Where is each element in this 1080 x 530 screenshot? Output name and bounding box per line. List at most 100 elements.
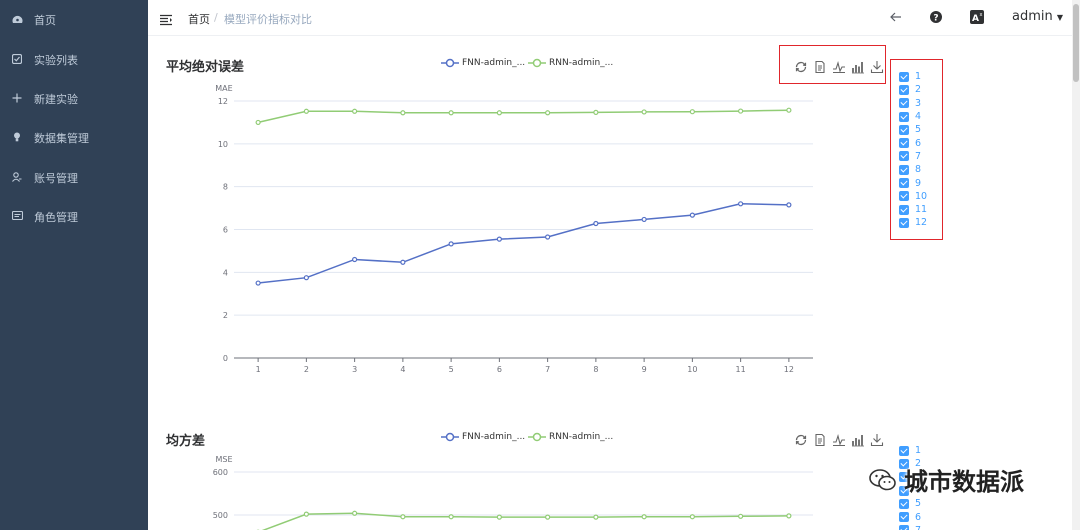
sidebar-item-dataset-management[interactable]: 数据集管理 [0,123,148,153]
series-checkbox[interactable]: 10 [899,190,927,203]
sidebar-item-home[interactable]: 首页 [0,5,148,35]
data-view-icon[interactable] [813,433,827,447]
breadcrumb-current: 模型评价指标对比 [224,13,312,26]
checkbox-label: 9 [915,177,922,189]
data-point [255,280,261,286]
sidebar-item-role-management[interactable]: 角色管理 [0,202,148,232]
series-checkbox[interactable]: 6 [899,136,927,149]
line-chart-icon[interactable] [832,433,846,447]
checkbox-checked-icon [899,71,909,82]
caret-down-icon: ▼ [1056,13,1064,22]
checkbox-label: 7 [915,525,921,530]
data-point [689,212,695,218]
x-tick-label: 4 [400,365,405,374]
data-point [545,514,551,520]
checkbox-checked-icon [899,445,909,456]
series-checkbox[interactable]: 8 [899,163,927,176]
main-content: 首页 / 模型评价指标对比 ? Ax admin ▼ 平均绝对误差 FNN-ad… [148,0,1080,530]
svg-text:A: A [972,14,979,24]
series-checkbox[interactable]: 4 [899,110,927,123]
y-tick-label: 0 [223,354,228,363]
data-point [593,109,599,115]
data-point [496,514,502,520]
series-checkbox[interactable]: 9 [899,176,927,189]
sidebar-item-experiment-list[interactable]: 实验列表 [0,45,148,75]
data-point [738,513,744,519]
y-axis-label: MSE [215,455,232,464]
checkbox-checked-icon [899,525,909,530]
x-tick-label: 12 [784,365,794,374]
hamburger-menu-icon[interactable] [160,11,172,26]
data-point [641,216,647,223]
y-tick-label: 8 [223,183,228,192]
app-root: 首页 实验列表 新建实验 数据集管理 账号管理 角色管理 首页 / 模型评价指标… [0,0,1080,530]
legend-item-fnn[interactable]: FNN-admin_... [441,58,525,68]
line-chart-icon[interactable] [832,60,846,74]
breadcrumb-home[interactable]: 首页 [188,11,210,27]
plus-icon [0,93,34,106]
data-point [641,109,647,115]
mae-line-chart: MAE0246810121 2 3 4 5 6 7 8 9 10 11 12 [215,84,813,374]
data-point [496,110,502,116]
x-tick-label: 2 [304,365,309,374]
translate-icon[interactable]: Ax [969,9,985,25]
series-checkbox[interactable]: 2 [899,83,927,96]
series-line-fnn [258,203,789,284]
sidebar-item-label: 数据集管理 [34,132,89,145]
checkbox-label: 12 [915,217,928,229]
y-tick-label: 2 [223,311,228,320]
series-checkbox[interactable]: 12 [899,216,927,229]
x-tick-label: 1 [256,365,261,374]
scrollbar-thumb[interactable] [1073,4,1079,82]
y-tick-label: 600 [213,468,228,477]
data-point [689,109,695,115]
series-line-rnn [261,512,789,530]
series-checkbox[interactable]: 11 [899,203,927,216]
help-icon[interactable]: ? [928,9,944,25]
data-view-icon[interactable] [813,60,827,74]
page-scrollbar[interactable] [1072,0,1080,530]
chart-toolbox [794,60,884,74]
checkbox-list-icon [0,53,34,67]
legend-item-rnn[interactable]: RNN-admin_... [528,58,613,68]
mse-line-chart: MSE 500 600 [213,455,813,530]
download-icon[interactable] [870,433,884,447]
data-point [786,202,792,208]
user-dropdown[interactable]: admin ▼ [1012,9,1063,24]
series-checkbox[interactable]: 5 [899,497,921,510]
sidebar-item-new-experiment[interactable]: 新建实验 [0,84,148,114]
sidebar-item-account-management[interactable]: 账号管理 [0,163,148,193]
checkbox-checked-icon [899,84,909,95]
download-icon[interactable] [870,60,884,74]
data-point [255,119,261,126]
back-arrow-icon[interactable] [888,9,904,25]
series-checkbox[interactable]: 6 [899,510,921,523]
x-tick-label: 9 [642,365,647,374]
sidebar-item-label: 账号管理 [34,172,78,185]
legend-label-rnn: RNN-admin_... [549,432,614,442]
legend-item-fnn-2[interactable]: FNN-admin_... [441,432,525,442]
bar-chart-icon[interactable] [851,60,865,74]
x-tick-label: 3 [352,365,357,374]
checkbox-label: 1 [915,71,922,83]
y-tick-label: 10 [218,140,228,149]
data-point [786,513,792,519]
id-card-icon [0,210,34,223]
legend-item-rnn-2[interactable]: RNN-admin_... [528,432,613,442]
restore-icon[interactable] [794,433,808,447]
series-checkbox[interactable]: 7 [899,524,921,530]
checkbox-checked-icon [899,512,909,523]
series-checkbox[interactable]: 5 [899,123,927,136]
series-checkbox[interactable]: 3 [899,97,927,110]
bar-chart-icon[interactable] [851,433,865,447]
data-point [400,259,406,265]
y-axis-label: MAE [215,84,232,93]
restore-icon[interactable] [794,60,808,74]
series-checkbox[interactable]: 1 [899,70,927,83]
data-point [448,241,454,247]
checkbox-checked-icon [899,498,909,509]
checkbox-checked-icon [899,138,909,149]
checkbox-checked-icon [899,191,909,202]
series-checkbox[interactable]: 7 [899,150,927,163]
series-checkbox[interactable]: 1 [899,444,921,457]
